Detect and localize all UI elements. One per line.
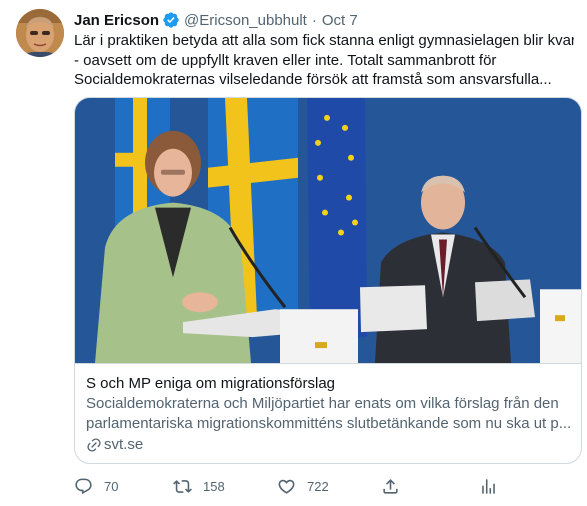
card-description-line: parlamentariska migrationskommitténs slu… [86, 415, 572, 432]
author-name[interactable]: Jan Ericson [74, 12, 159, 29]
card-description: Socialdemokraterna och Miljöpartiet har … [86, 394, 576, 434]
tweet-timestamp[interactable]: Oct 7 [322, 12, 358, 29]
share-button[interactable] [381, 474, 400, 498]
avatar[interactable] [16, 9, 64, 57]
card-description-line: Socialdemokraterna och Miljöpartiet har … [86, 395, 559, 412]
eu-flag [307, 98, 367, 338]
retweet-icon [173, 479, 192, 493]
share-icon [383, 478, 398, 494]
avatar-photo [16, 9, 64, 57]
tweet-text: Lär i praktiken betyda att alla som fick… [74, 31, 574, 90]
reply-count: 70 [104, 478, 119, 494]
card-domain-text: svt.se [104, 436, 144, 453]
card-text: S och MP eniga om migrationsförslag Soci… [86, 374, 576, 455]
verified-badge-icon [163, 12, 179, 28]
reply-icon [75, 478, 92, 494]
analytics-button[interactable] [479, 474, 498, 498]
header-separator: · [311, 11, 317, 29]
card-image [75, 98, 581, 364]
tweet-text-line: - oavsett om de uppfyllt kraven eller in… [74, 51, 497, 69]
analytics-icon [482, 478, 495, 494]
link-icon [87, 438, 101, 452]
card-domain: svt.se [86, 435, 576, 455]
tweet-actions: 70 158 722 [74, 474, 514, 498]
tweet[interactable]: Jan Ericson @Ericson_ubbhult · Oct 7 Lär… [0, 0, 587, 506]
like-button[interactable]: 722 [277, 474, 329, 498]
tweet-header: Jan Ericson @Ericson_ubbhult · Oct 7 [74, 10, 358, 30]
author-handle[interactable]: @Ericson_ubbhult [184, 12, 307, 29]
like-count: 722 [307, 478, 329, 494]
card-title: S och MP eniga om migrationsförslag [86, 375, 336, 392]
tweet-text-line: Socialdemokraternas vilseledande försök … [74, 71, 552, 88]
retweet-button[interactable]: 158 [173, 474, 225, 498]
retweet-count: 158 [203, 478, 225, 494]
tweet-text-line: Lär i praktiken betyda att alla som fick… [74, 32, 574, 49]
link-card[interactable]: S och MP eniga om migrationsförslag Soci… [74, 97, 582, 464]
heart-icon [278, 479, 295, 494]
reply-button[interactable]: 70 [74, 474, 118, 498]
